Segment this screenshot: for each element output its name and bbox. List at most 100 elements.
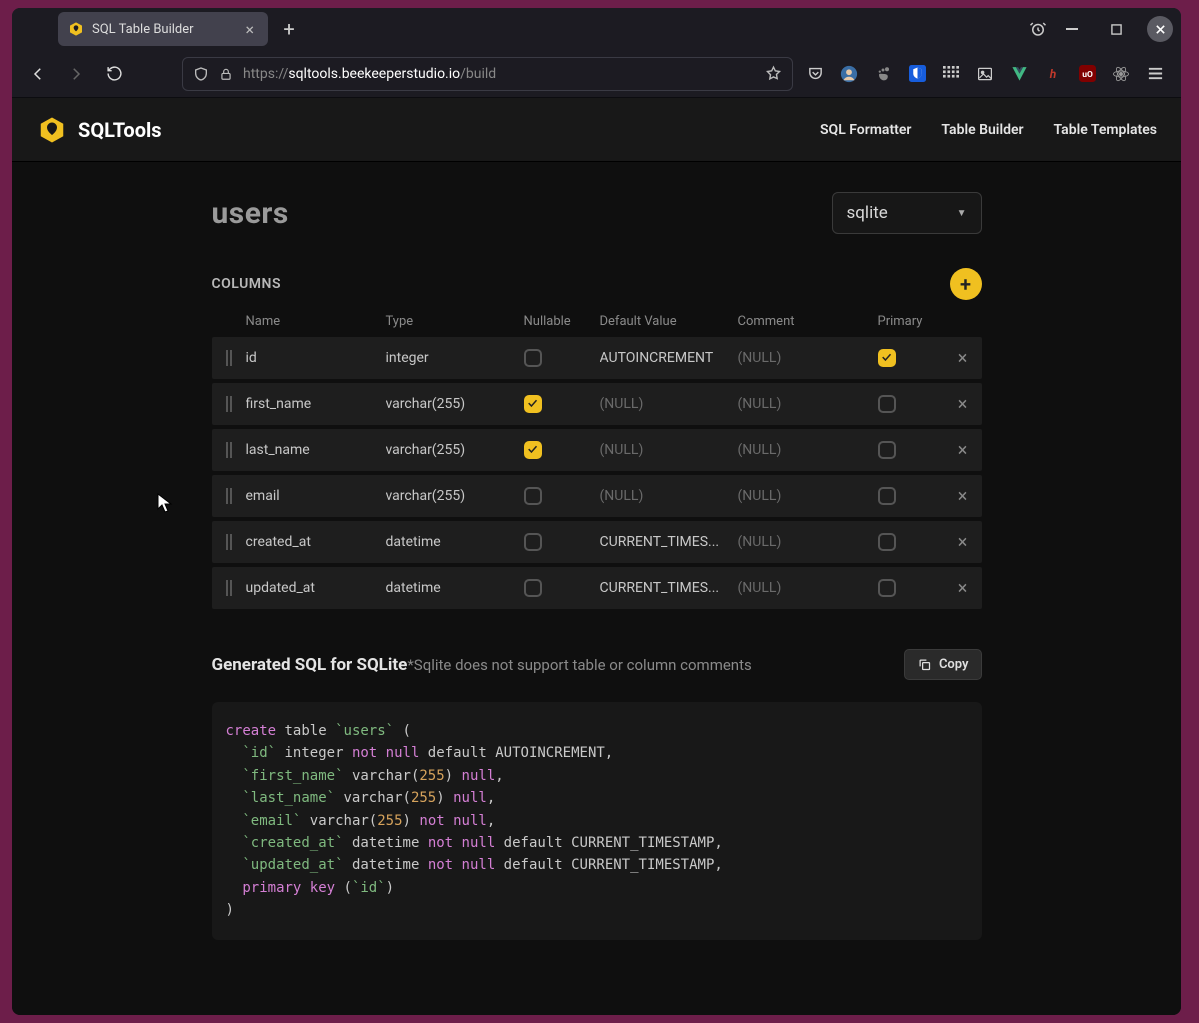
comment-input[interactable]: (NULL) (738, 488, 878, 504)
column-type-input[interactable]: datetime (386, 580, 524, 596)
primary-checkbox[interactable] (878, 395, 896, 413)
copy-icon (917, 657, 932, 672)
browser-tab[interactable]: SQL Table Builder × (58, 12, 268, 46)
default-value-input[interactable]: (NULL) (600, 488, 738, 504)
drag-handle-icon[interactable] (212, 534, 246, 550)
shield-icon[interactable] (193, 66, 209, 82)
database-select[interactable]: sqlite ▼ (832, 192, 982, 234)
add-column-button[interactable]: + (950, 268, 982, 300)
column-name-input[interactable]: email (246, 488, 386, 504)
extension-icons: h uO (799, 64, 1171, 84)
table-row: last_namevarchar(255) (NULL)(NULL) × (212, 429, 982, 471)
lock-icon[interactable] (219, 67, 233, 81)
column-type-input[interactable]: varchar(255) (386, 488, 524, 504)
nav-links: SQL Formatter Table Builder Table Templa… (820, 122, 1157, 138)
nav-reload-button[interactable] (98, 58, 130, 90)
alarm-icon[interactable] (1025, 16, 1051, 42)
window-close-button[interactable] (1147, 16, 1173, 42)
app-header: SQLTools SQL Formatter Table Builder Tab… (12, 98, 1181, 162)
primary-checkbox[interactable] (878, 533, 896, 551)
column-name-input[interactable]: created_at (246, 534, 386, 550)
column-name-input[interactable]: last_name (246, 442, 386, 458)
nav-table-templates[interactable]: Table Templates (1054, 122, 1157, 138)
header-primary: Primary (878, 314, 944, 329)
tab-title: SQL Table Builder (92, 22, 194, 37)
primary-checkbox[interactable] (878, 579, 896, 597)
column-type-input[interactable]: varchar(255) (386, 396, 524, 412)
column-type-input[interactable]: varchar(255) (386, 442, 524, 458)
ext-avatar-icon[interactable] (839, 64, 859, 84)
nullable-checkbox[interactable] (524, 441, 542, 459)
default-value-input[interactable]: AUTOINCREMENT (600, 350, 738, 366)
ext-h-icon[interactable]: h (1043, 64, 1063, 84)
ext-bitwarden-icon[interactable] (907, 64, 927, 84)
default-value-input[interactable]: (NULL) (600, 442, 738, 458)
svg-text:uO: uO (1082, 70, 1093, 80)
generated-sql-code[interactable]: create table `users` ( `id` integer not … (212, 702, 982, 940)
default-value-input[interactable]: CURRENT_TIMES... (600, 580, 738, 596)
column-name-input[interactable]: id (246, 350, 386, 366)
tab-close-icon[interactable]: × (241, 20, 258, 39)
copy-label: Copy (939, 657, 969, 672)
remove-row-button[interactable]: × (944, 486, 982, 507)
remove-row-button[interactable]: × (944, 440, 982, 461)
remove-row-button[interactable]: × (944, 348, 982, 369)
remove-row-button[interactable]: × (944, 532, 982, 553)
nullable-checkbox[interactable] (524, 487, 542, 505)
app-logo[interactable]: SQLTools (36, 114, 162, 146)
ext-react-icon[interactable] (1111, 64, 1131, 84)
column-name-input[interactable]: first_name (246, 396, 386, 412)
nullable-checkbox[interactable] (524, 395, 542, 413)
pocket-icon[interactable] (805, 64, 825, 84)
ext-gnome-icon[interactable] (873, 64, 893, 84)
remove-row-button[interactable]: × (944, 394, 982, 415)
ext-image-icon[interactable] (975, 64, 995, 84)
chevron-down-icon: ▼ (957, 208, 967, 219)
ext-vue-icon[interactable] (1009, 64, 1029, 84)
nullable-checkbox[interactable] (524, 533, 542, 551)
drag-handle-icon[interactable] (212, 580, 246, 596)
nav-table-builder[interactable]: Table Builder (941, 122, 1023, 138)
nav-forward-button[interactable] (60, 58, 92, 90)
remove-row-button[interactable]: × (944, 578, 982, 599)
default-value-input[interactable]: CURRENT_TIMES... (600, 534, 738, 550)
columns-grid: Name Type Nullable Default Value Comment… (212, 306, 982, 609)
window-minimize-button[interactable] (1059, 16, 1085, 42)
comment-input[interactable]: (NULL) (738, 580, 878, 596)
table-row: emailvarchar(255) (NULL)(NULL) × (212, 475, 982, 517)
table-row: updated_atdatetime CURRENT_TIMES...(NULL)… (212, 567, 982, 609)
comment-input[interactable]: (NULL) (738, 350, 878, 366)
tab-favicon (68, 21, 84, 37)
drag-handle-icon[interactable] (212, 442, 246, 458)
header-type: Type (386, 314, 524, 329)
comment-input[interactable]: (NULL) (738, 396, 878, 412)
comment-input[interactable]: (NULL) (738, 534, 878, 550)
nav-back-button[interactable] (22, 58, 54, 90)
primary-checkbox[interactable] (878, 487, 896, 505)
ext-ublock-icon[interactable]: uO (1077, 64, 1097, 84)
new-tab-button[interactable]: + (274, 14, 304, 44)
column-type-input[interactable]: datetime (386, 534, 524, 550)
hamburger-menu-icon[interactable] (1145, 64, 1165, 84)
default-value-input[interactable]: (NULL) (600, 396, 738, 412)
drag-handle-icon[interactable] (212, 350, 246, 366)
comment-input[interactable]: (NULL) (738, 442, 878, 458)
primary-checkbox[interactable] (878, 349, 896, 367)
primary-checkbox[interactable] (878, 441, 896, 459)
nullable-checkbox[interactable] (524, 579, 542, 597)
bookmark-star-icon[interactable] (765, 65, 782, 82)
nullable-checkbox[interactable] (524, 349, 542, 367)
drag-handle-icon[interactable] (212, 396, 246, 412)
header-comment: Comment (738, 314, 878, 329)
table-name-input[interactable]: users (212, 196, 289, 231)
columns-section-label: COLUMNS (212, 276, 282, 292)
nav-sql-formatter[interactable]: SQL Formatter (820, 122, 911, 138)
copy-button[interactable]: Copy (904, 649, 982, 680)
url-bar[interactable]: https://sqltools.beekeeperstudio.io/buil… (182, 57, 793, 91)
column-type-input[interactable]: integer (386, 350, 524, 366)
ext-grid-icon[interactable] (941, 64, 961, 84)
drag-handle-icon[interactable] (212, 488, 246, 504)
logo-text: SQLTools (78, 118, 162, 142)
window-maximize-button[interactable] (1103, 16, 1129, 42)
column-name-input[interactable]: updated_at (246, 580, 386, 596)
